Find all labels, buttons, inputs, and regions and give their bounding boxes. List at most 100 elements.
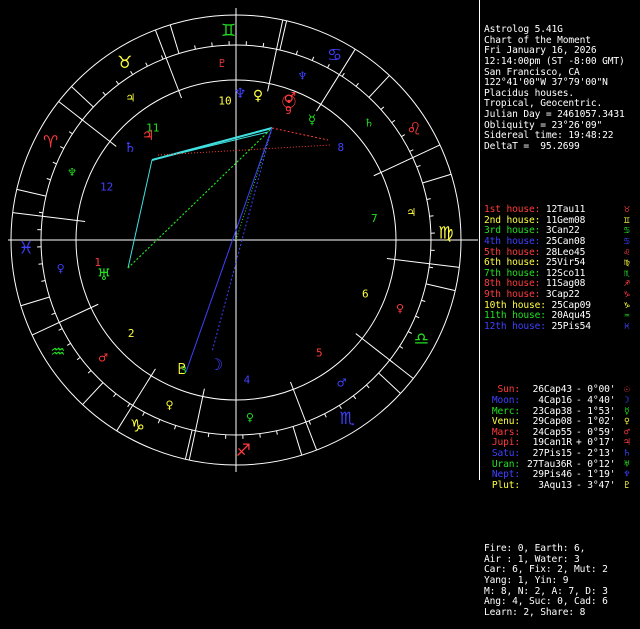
degree-tick [392, 120, 395, 122]
degree-tick [175, 425, 176, 429]
degree-tick [143, 412, 145, 416]
sign-boundary [379, 373, 401, 393]
degree-tick [39, 212, 43, 213]
zodiac-sign-icon: ♍ [438, 224, 453, 244]
house-cusp-line [395, 259, 460, 267]
house-cusp-line [59, 101, 110, 141]
panel-divider [479, 0, 480, 480]
degree-tick [366, 385, 369, 388]
house-cusp-value: 25Can08 [546, 236, 585, 247]
summary-line: Fire: 0, Earth: 6, [484, 544, 640, 555]
house-label: 1st house: [484, 204, 540, 215]
planet-icon: ♆ [234, 86, 247, 102]
degree-tick [342, 73, 344, 76]
planet-name: Moon: [484, 396, 520, 407]
house-label: 7th house: [484, 268, 540, 279]
degree-tick [60, 147, 64, 149]
sign-boundary [17, 189, 46, 196]
sign-icon: ♓ [624, 322, 630, 333]
summary-line: Ang: 4, Suc: 0, Cad: 6 [484, 597, 640, 608]
degree-tick [208, 433, 209, 437]
house-number: 10 [218, 94, 231, 107]
house-cusp-line [381, 145, 440, 172]
degree-tick [128, 404, 130, 407]
house-label: 11th house: [484, 310, 546, 321]
house-ruler-icon: ♂ [337, 377, 347, 390]
house-cusp-value: 12Sco11 [546, 268, 585, 279]
degree-tick [195, 45, 196, 49]
degree-tick [263, 43, 264, 47]
degree-tick [51, 313, 55, 314]
house-ruler-icon: ♄ [364, 116, 374, 129]
house-cusp-value: 28Leo45 [546, 247, 585, 258]
house-cusp-value: 3Can22 [546, 225, 580, 236]
element-summary: Fire: 0, Earth: 6,Air : 1, Water: 3Car: … [484, 544, 640, 618]
aspect-line [186, 128, 272, 372]
house-cusp-tick [151, 369, 155, 376]
planet-position: 4Cap16 [520, 396, 572, 407]
house-label: 8th house: [484, 278, 540, 289]
house-label: 10th house: [484, 300, 546, 311]
planet-latitude: - 4°40' [576, 396, 615, 407]
aspect-line [128, 160, 152, 268]
house-cusp-tick [179, 91, 182, 98]
degree-tick [146, 63, 148, 67]
sign-boundary [369, 75, 389, 97]
house-cusp-value: 25Vir54 [546, 257, 585, 268]
summary-line: Yang: 1, Yin: 9 [484, 576, 640, 587]
house-ruler-icon: ♀ [165, 399, 173, 412]
degree-tick [417, 165, 421, 166]
planet-icon: ☿ [308, 113, 316, 128]
house-cusp-tick [374, 172, 381, 175]
info-line: 12:14:00pm (ST -8:00 GMT) [484, 57, 640, 68]
house-label: 12th house: [484, 321, 546, 332]
planet-latitude: - 3°47' [576, 481, 615, 492]
house-cusp-list: 1st house: 12Tau11♉2nd house: 11Gem08♊3r… [484, 205, 640, 332]
degree-tick [429, 267, 433, 268]
house-label: 3rd house: [484, 225, 540, 236]
house-cusp-value: 3Cap22 [546, 289, 580, 300]
aspect-lines [128, 128, 330, 372]
planet-row: Moon:4Cap16- 4°40'☽ [484, 396, 640, 407]
planet-icon: ♃ [142, 128, 155, 144]
aspect-line [272, 128, 328, 140]
chart-wheel: ♈♉♊♋♌♍♎♏♐♑♒♓1♀2♂3♀4♀5♂6♀7♃8♄9♆10♇11♃12♆ … [0, 0, 480, 480]
house-cusp-line [155, 30, 178, 91]
house-cusp-tick [77, 221, 85, 222]
house-number: 7 [371, 212, 378, 225]
house-cusp-tick [203, 389, 205, 397]
house-cusp-tick [268, 83, 270, 91]
degree-tick [113, 394, 115, 397]
sign-boundary [170, 25, 179, 54]
info-panel: Astrolog 5.41GChart of the MomentFri Jan… [484, 4, 640, 629]
house-cusp-tick [110, 141, 116, 146]
zodiac-sign-icon: ♑ [130, 416, 145, 436]
house-label: 6th house: [484, 257, 540, 268]
degree-tick [356, 83, 358, 86]
house-label: 5th house: [484, 247, 540, 258]
degree-tick [116, 81, 118, 84]
house-number: 2 [128, 327, 135, 340]
house-label: 9th house: [484, 289, 540, 300]
planet-icon: ♀ [253, 88, 263, 104]
house-ruler-icon: ♂ [98, 352, 108, 365]
house-ruler-icon: ♆ [298, 69, 308, 82]
degree-tick [401, 135, 404, 137]
house-cusp-tick [290, 382, 293, 389]
degree-tick [161, 55, 162, 59]
house-cusp-value: 25Cap09 [552, 300, 591, 311]
sign-boundary [83, 383, 103, 405]
degree-tick [103, 92, 106, 95]
house-cusp-value: 11Gem08 [546, 215, 585, 226]
house-ruler-icon: ♀ [246, 411, 254, 424]
house-cusp-value: 20Aqu45 [552, 310, 591, 321]
house-ruler-icon: ♃ [406, 206, 416, 219]
degree-tick [53, 162, 57, 164]
degree-tick [312, 57, 314, 61]
degree-tick [381, 107, 384, 110]
house-number: 6 [362, 288, 369, 301]
aspect-line [152, 132, 268, 160]
zodiac-sign-icon: ♐ [236, 441, 251, 461]
planet-name: Plut: [484, 481, 520, 492]
house-cusp-line [293, 389, 316, 450]
